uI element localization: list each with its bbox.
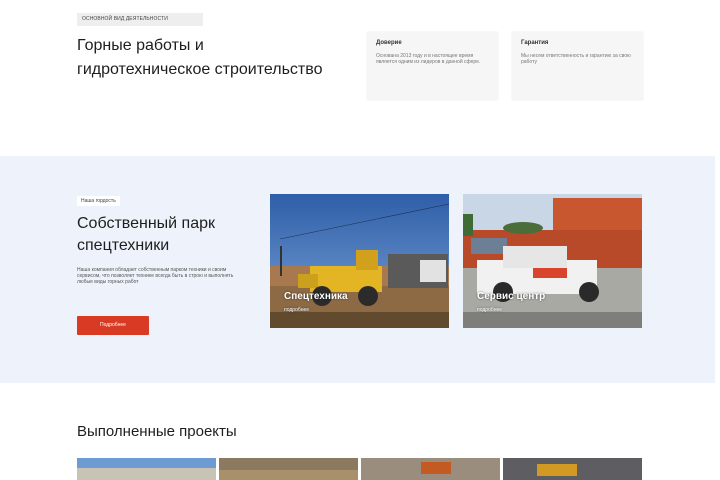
activity-tag: основной вид деятельности [77, 13, 203, 26]
info-card-text: Мы несем ответственность и гарантию за с… [521, 53, 631, 65]
photo-card-service[interactable]: Сервис центр подробнее [463, 194, 642, 328]
projects-heading: Выполненные проекты [77, 423, 237, 440]
photo-label: Спецтехника [284, 291, 348, 302]
project-thumb-1[interactable] [77, 458, 216, 480]
project-photo-icon [361, 458, 500, 480]
more-button[interactable]: Подробнее [77, 316, 149, 335]
main-heading: Горные работы и гидротехническое строите… [77, 37, 323, 78]
photo-sub-label: подробнее [477, 307, 503, 313]
info-card-trust: Доверие Основана 2013 году и в настоящее… [367, 32, 498, 100]
info-card-guarantee: Гарантия Мы несем ответственность и гара… [512, 32, 643, 100]
info-card-title: Доверие [376, 40, 402, 46]
info-card-title: Гарантия [521, 40, 549, 46]
project-thumb-2[interactable] [219, 458, 358, 480]
news-tag: Наша гордость [77, 196, 120, 206]
project-thumb-4[interactable] [503, 458, 642, 480]
project-photo-icon [77, 458, 216, 480]
project-photo-icon [503, 458, 642, 480]
photo-card-machinery[interactable]: Спецтехника подробнее [270, 194, 449, 328]
fleet-heading: Собственный парк спецтехники [77, 215, 215, 254]
fleet-section: Наша гордость Собственный парк спецтехни… [0, 156, 715, 383]
photo-sub-label: подробнее [284, 307, 310, 313]
info-card-text: Основана 2013 году и в настоящее время я… [376, 53, 481, 65]
fleet-description: Наша компания обладает собственным парко… [77, 267, 234, 285]
photo-label: Сервис центр [477, 291, 546, 302]
project-photo-icon [219, 458, 358, 480]
project-thumb-3[interactable] [361, 458, 500, 480]
